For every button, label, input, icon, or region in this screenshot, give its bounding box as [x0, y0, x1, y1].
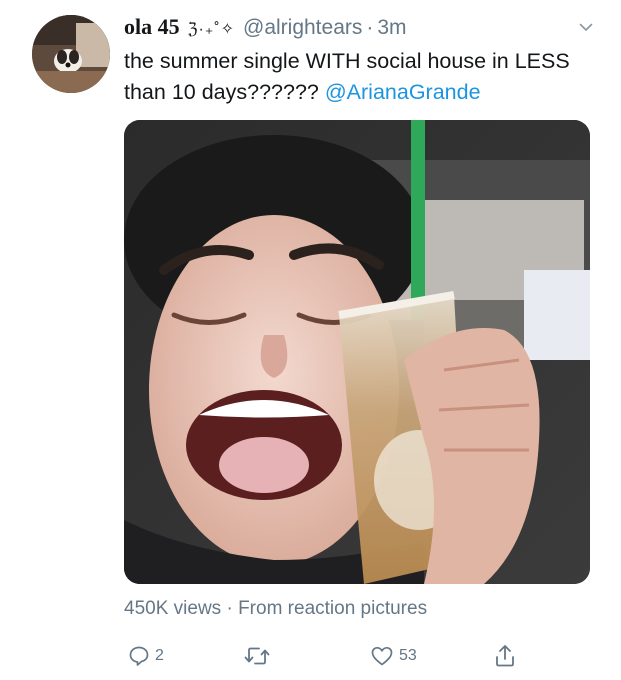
tweet-text: the summer single WITH social house in L…: [124, 46, 594, 108]
heart-icon: [370, 645, 394, 667]
like-button[interactable]: 53: [370, 640, 417, 672]
user-handle[interactable]: @alrightears: [243, 16, 362, 40]
source-label[interactable]: From reaction pictures: [238, 598, 427, 619]
reply-icon: [128, 645, 150, 667]
like-count: 53: [399, 647, 417, 664]
video-meta: 450K views · From reaction pictures: [124, 598, 427, 620]
meta-separator: ·: [221, 598, 239, 619]
retweet-icon: [244, 645, 270, 667]
share-button[interactable]: [494, 640, 516, 672]
reply-count: 2: [155, 647, 164, 664]
tweet-header: ola 45 ℨ·₊˚✧ @alrightears · 3m: [124, 14, 581, 44]
chevron-down-icon[interactable]: [579, 20, 593, 34]
display-name[interactable]: ola 45: [124, 14, 180, 40]
separator-dot: ·: [366, 16, 374, 39]
avatar[interactable]: [32, 15, 110, 93]
tweet-video[interactable]: [124, 120, 590, 584]
mention-link[interactable]: @ArianaGrande: [325, 80, 481, 104]
name-decoration: ℨ·₊˚✧: [187, 21, 235, 38]
timestamp[interactable]: 3m: [377, 16, 406, 40]
tweet-actions: 2 53: [124, 640, 524, 672]
share-icon: [494, 644, 516, 668]
retweet-button[interactable]: [244, 640, 270, 672]
view-count: 450K views: [124, 598, 222, 619]
reply-button[interactable]: 2: [128, 640, 164, 672]
